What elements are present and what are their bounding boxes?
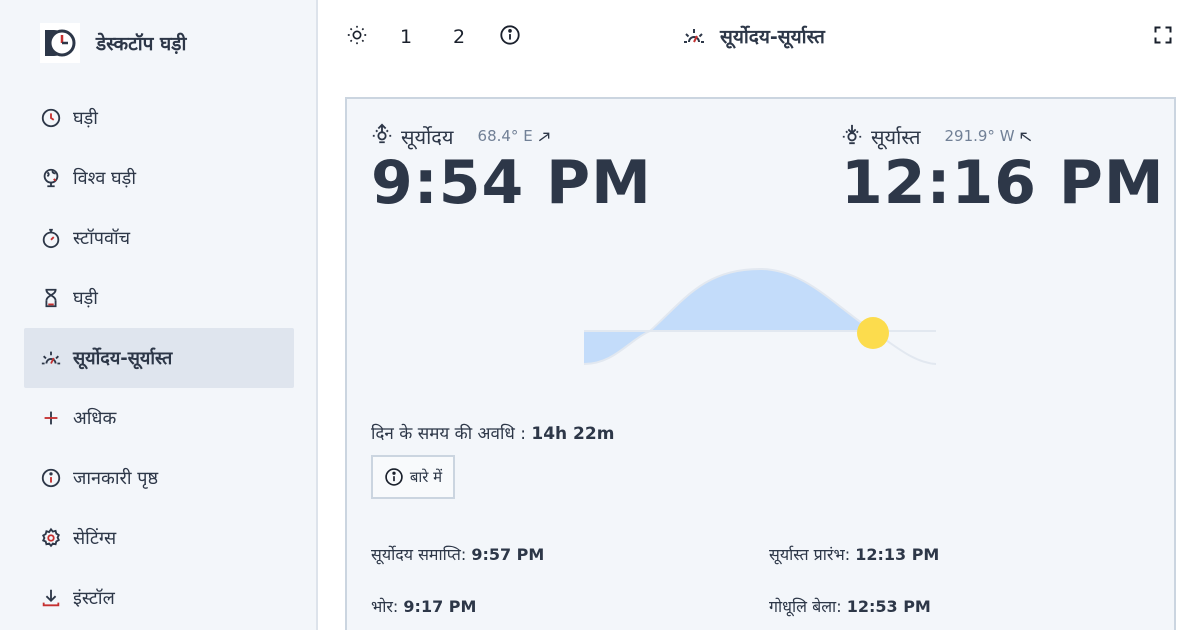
- info-icon: [499, 24, 521, 51]
- sunrise-sunset-icon: [684, 29, 704, 43]
- dawn-label: भोर:: [371, 597, 399, 616]
- arrow-up-left-icon: [1020, 132, 1031, 142]
- fullscreen-icon: [1153, 25, 1173, 50]
- sidebar-item-install[interactable]: इंस्टॉल: [24, 568, 294, 628]
- sunset-label: सूर्यास्त: [871, 124, 921, 149]
- sun-marker: [857, 317, 889, 349]
- sidebar-item-label: स्टॉपवॉच: [73, 228, 131, 249]
- dusk-row: गोधूलि बेला: 12:53 PM: [769, 595, 931, 617]
- layout-1-button[interactable]: 1: [398, 24, 414, 50]
- sidebar-nav: घड़ी विश्व घड़ी स्टॉपवॉच घड़ी सूर्योदय-स…: [24, 88, 294, 628]
- gear-icon: [40, 527, 62, 549]
- sunrise-azimuth: 68.4° E: [478, 127, 552, 145]
- dawn-value: 9:17 PM: [403, 597, 477, 616]
- sidebar: डेस्कटॉप घड़ी घड़ी विश्व घड़ी स्टॉपवॉच घ…: [0, 0, 318, 630]
- sidebar-item-clock[interactable]: घड़ी: [24, 88, 294, 148]
- sunset-azimuth: 291.9° W: [944, 127, 1033, 145]
- sunrise-sunset-panel: सूर्योदय 68.4° E 9:54 PM सूर्यास्त 291.9…: [345, 97, 1176, 630]
- sidebar-item-label: विश्व घड़ी: [73, 168, 136, 189]
- topbar: 1 2 सूर्योदय-सूर्यास्त: [320, 0, 1200, 74]
- sunrise-end-label: सूर्योदय समाप्ति:: [371, 545, 467, 564]
- page-title: सूर्योदय-सूर्यास्त: [682, 22, 825, 50]
- hourglass-icon: [40, 287, 62, 309]
- sunset-start-value: 12:13 PM: [855, 545, 940, 564]
- sunrise-end-row: सूर्योदय समाप्ति: 9:57 PM: [371, 543, 544, 565]
- sidebar-item-label: अधिक: [73, 408, 117, 429]
- sunrise-label: सूर्योदय: [401, 124, 454, 149]
- sunrise-sunset-icon: [40, 347, 62, 369]
- dusk-label: गोधूलि बेला:: [769, 597, 842, 616]
- sidebar-item-stopwatch[interactable]: स्टॉपवॉच: [24, 208, 294, 268]
- sidebar-item-label: घड़ी: [73, 288, 98, 309]
- dawn-row: भोर: 9:17 PM: [371, 595, 476, 617]
- sunset-azimuth-value: 291.9° W: [944, 127, 1015, 145]
- sidebar-item-timer[interactable]: घड़ी: [24, 268, 294, 328]
- sidebar-item-info[interactable]: जानकारी पृष्ठ: [24, 448, 294, 508]
- sunset-time: 12:16 PM: [841, 148, 1165, 218]
- desktop-clock-logo: [40, 23, 80, 63]
- arrow-up-right-icon: [538, 132, 550, 142]
- sidebar-item-label: सूर्योदय-सूर्यास्त: [73, 348, 173, 369]
- sunrise-time: 9:54 PM: [371, 148, 652, 218]
- theme-toggle-button[interactable]: [344, 24, 370, 50]
- sunrise-end-value: 9:57 PM: [471, 545, 545, 564]
- sunset-block: सूर्यास्त 291.9° W 12:16 PM: [841, 123, 1165, 218]
- info-icon: [40, 467, 62, 489]
- about-button-label: बारे में: [409, 468, 443, 486]
- globe-icon: [40, 167, 62, 189]
- sidebar-item-settings[interactable]: सेटिंग्स: [24, 508, 294, 568]
- clock-icon: [40, 107, 62, 129]
- stopwatch-icon: [40, 227, 62, 249]
- day-length-value: 14h 22m: [531, 424, 615, 444]
- sunset-start-row: सूर्यास्त प्रारंभ: 12:13 PM: [769, 543, 939, 565]
- sidebar-item-more[interactable]: अधिक: [24, 388, 294, 448]
- info-button[interactable]: [498, 24, 522, 50]
- sidebar-item-label: इंस्टॉल: [73, 588, 115, 609]
- sunset-icon: [841, 123, 863, 149]
- fullscreen-button[interactable]: [1152, 24, 1174, 50]
- sidebar-item-sunrise-sunset[interactable]: सूर्योदय-सूर्यास्त: [24, 328, 294, 388]
- sunrise-block: सूर्योदय 68.4° E 9:54 PM: [371, 123, 652, 215]
- sidebar-item-label: सेटिंग्स: [73, 528, 117, 549]
- sunset-start-label: सूर्यास्त प्रारंभ:: [769, 545, 851, 564]
- day-length-label: दिन के समय की अवधि :: [371, 424, 526, 444]
- sidebar-item-label: जानकारी पृष्ठ: [73, 468, 159, 489]
- dusk-value: 12:53 PM: [846, 597, 931, 616]
- sidebar-item-world-clock[interactable]: विश्व घड़ी: [24, 148, 294, 208]
- sunrise-icon: [371, 123, 393, 149]
- about-button[interactable]: बारे में: [371, 455, 455, 499]
- day-length: दिन के समय की अवधि : 14h 22m: [371, 421, 614, 444]
- brand[interactable]: डेस्कटॉप घड़ी: [40, 22, 186, 64]
- sidebar-item-label: घड़ी: [73, 108, 98, 129]
- plus-icon: [40, 407, 62, 429]
- app-title: डेस्कटॉप घड़ी: [96, 33, 187, 55]
- layout-2-button[interactable]: 2: [450, 24, 468, 50]
- page-title-text: सूर्योदय-सूर्यास्त: [720, 26, 825, 48]
- sun-icon: [346, 24, 368, 51]
- sun-path-chart: [584, 267, 937, 365]
- daylight-area: [584, 269, 873, 364]
- sunrise-azimuth-value: 68.4° E: [477, 127, 533, 145]
- info-icon: [385, 468, 403, 486]
- download-icon: [40, 587, 62, 609]
